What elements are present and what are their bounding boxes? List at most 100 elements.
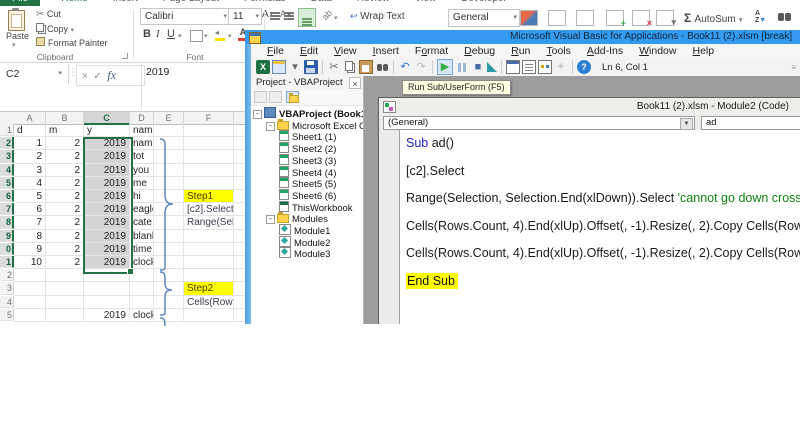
grid-cell[interactable]: 5 [14,190,46,203]
procedure-dropdown[interactable]: ad [701,116,800,130]
grid-cell[interactable] [46,269,84,282]
grid-cell[interactable]: 2 [46,216,84,229]
project-tree-item-microsoft-excel-objects[interactable]: -Microsoft Excel Objects [251,119,363,131]
design-mode-icon[interactable] [487,62,497,72]
row-header[interactable]: 2 [0,269,14,281]
cancel-button[interactable]: × [82,71,88,82]
cut-button[interactable]: ✂ Cut [36,9,61,20]
fill-color-dropdown[interactable]: ▾ [228,32,232,40]
grid-cell[interactable] [154,296,184,309]
ribbon-tab-formulas[interactable]: Formulas [240,0,290,4]
grid-cell[interactable]: 6 [14,203,46,216]
project-tree-item-sheet1-1-[interactable]: Sheet1 (1) [251,130,363,142]
orientation-dropdown[interactable]: ▾ [334,14,338,22]
row-header[interactable]: 2 [0,137,14,149]
sort-filter-icon[interactable]: AZ▼ [755,10,766,24]
grid-cell[interactable] [154,230,184,243]
grid-cell[interactable]: eagle [130,203,154,216]
grid-cell[interactable]: cate [130,216,154,229]
clipboard-dialog-launcher[interactable] [122,53,128,59]
row-header[interactable]: 0 [0,243,14,255]
grid-cell[interactable]: 1 [14,137,46,150]
grid-cell[interactable] [154,309,184,322]
copy-button[interactable]: Copy ▾ [36,23,74,34]
grid-cell[interactable] [84,269,130,282]
row-header[interactable]: 7 [0,203,14,215]
grid-cell[interactable] [130,269,154,282]
ribbon-tab-home[interactable]: Home [57,0,92,4]
project-tree[interactable]: -VBAProject (Book11 (2).-Microsoft Excel… [251,107,363,324]
project-tree-item-sheet3-3-[interactable]: Sheet3 (3) [251,154,363,166]
project-tree-item-module1[interactable]: Module1 [251,224,363,236]
grid-cell[interactable]: 2 [46,137,84,150]
delete-cells-icon[interactable]: × [632,10,650,26]
vba-menu-format[interactable]: Format [407,45,456,57]
grid-cell[interactable]: 2019 [84,150,130,163]
ribbon-tab-page-layout[interactable]: Page Layout [159,0,223,4]
grid-cell[interactable] [154,190,184,203]
find-select-icon[interactable] [778,13,784,21]
vba-menu-view[interactable]: View [326,45,365,57]
grid-cell[interactable]: blank [130,230,154,243]
italic-button[interactable]: I [156,28,160,40]
code-editor[interactable]: Sub ad()[c2].SelectRange(Selection, Sele… [379,130,800,324]
grid-cell[interactable]: 2 [14,150,46,163]
grid-cell[interactable] [184,150,234,163]
grid-cell[interactable] [184,269,234,282]
grid-cell[interactable]: 2019 [84,309,130,322]
run-button[interactable]: ▶ [437,59,453,75]
insert-userform-icon[interactable] [272,60,286,74]
grid-cell[interactable] [154,216,184,229]
project-tree-item-sheet6-6-[interactable]: Sheet6 (6) [251,189,363,201]
ribbon-tab-insert[interactable]: Insert [109,0,142,4]
grid-cell[interactable] [46,296,84,309]
grid-cell[interactable]: 7 [14,216,46,229]
help-icon[interactable]: ? [577,60,591,74]
shrink-font-button[interactable]: A▼ [280,9,292,19]
project-tree-item-sheet5-5-[interactable]: Sheet5 (5) [251,177,363,189]
format-painter-button[interactable]: Format Painter [36,37,108,48]
project-tree-item-modules[interactable]: -Modules [251,212,363,224]
autosum-button[interactable]: Σ AutoSum ▾ [684,11,743,25]
object-browser-icon[interactable] [538,60,552,74]
grid-cell[interactable]: 2 [46,177,84,190]
vba-menu-run[interactable]: Run [503,45,538,57]
grid-cell[interactable]: 2 [46,164,84,177]
vba-menu-edit[interactable]: Edit [292,45,326,57]
project-tree-item-sheet2-2-[interactable]: Sheet2 (2) [251,142,363,154]
grid-cell[interactable]: 9 [14,243,46,256]
grid-cell[interactable] [130,296,154,309]
align-middle-icon[interactable] [284,12,294,14]
grid-cell[interactable] [14,282,46,295]
grid-cell[interactable] [154,256,184,269]
grid-cell[interactable]: 2 [46,203,84,216]
tree-expander-icon[interactable]: - [266,215,275,224]
grid-cell[interactable]: m [46,124,84,137]
insert-cells-icon[interactable]: + [606,10,624,26]
project-tree-item-thisworkbook[interactable]: ThisWorkbook [251,201,363,213]
row-header[interactable]: 3 [0,282,14,294]
redo-icon[interactable]: ↷ [414,60,428,74]
undo-icon[interactable]: ↶ [398,60,412,74]
insert-function-button[interactable]: fx [107,68,116,82]
row-header[interactable]: 5 [0,309,14,321]
fill-color-icon[interactable]: ◂ [215,29,225,41]
font-name-select[interactable]: Calibri▾ [140,8,230,25]
grid-cell[interactable] [14,269,46,282]
row-header[interactable]: 1 [0,124,14,136]
excel-icon[interactable]: X [256,60,270,74]
ribbon-tab-view[interactable]: View [411,0,441,4]
find-icon[interactable] [375,60,389,74]
grid-cell[interactable] [184,137,234,150]
project-explorer-icon[interactable] [506,60,520,74]
grid-cell[interactable]: Step2 [184,282,234,295]
ribbon-tab-data[interactable]: Data [307,0,336,4]
number-format-select[interactable]: General▾ [448,9,520,27]
font-size-select[interactable]: 11▾ [228,8,262,25]
view-code-icon[interactable] [254,91,267,103]
grid-cell[interactable]: Range(Sele [184,216,234,229]
object-dropdown[interactable]: (General)▼ [383,116,695,130]
grid-cell[interactable]: clock [130,309,154,322]
close-icon[interactable]: × [349,77,361,89]
name-box[interactable]: C2▾ [0,64,69,84]
